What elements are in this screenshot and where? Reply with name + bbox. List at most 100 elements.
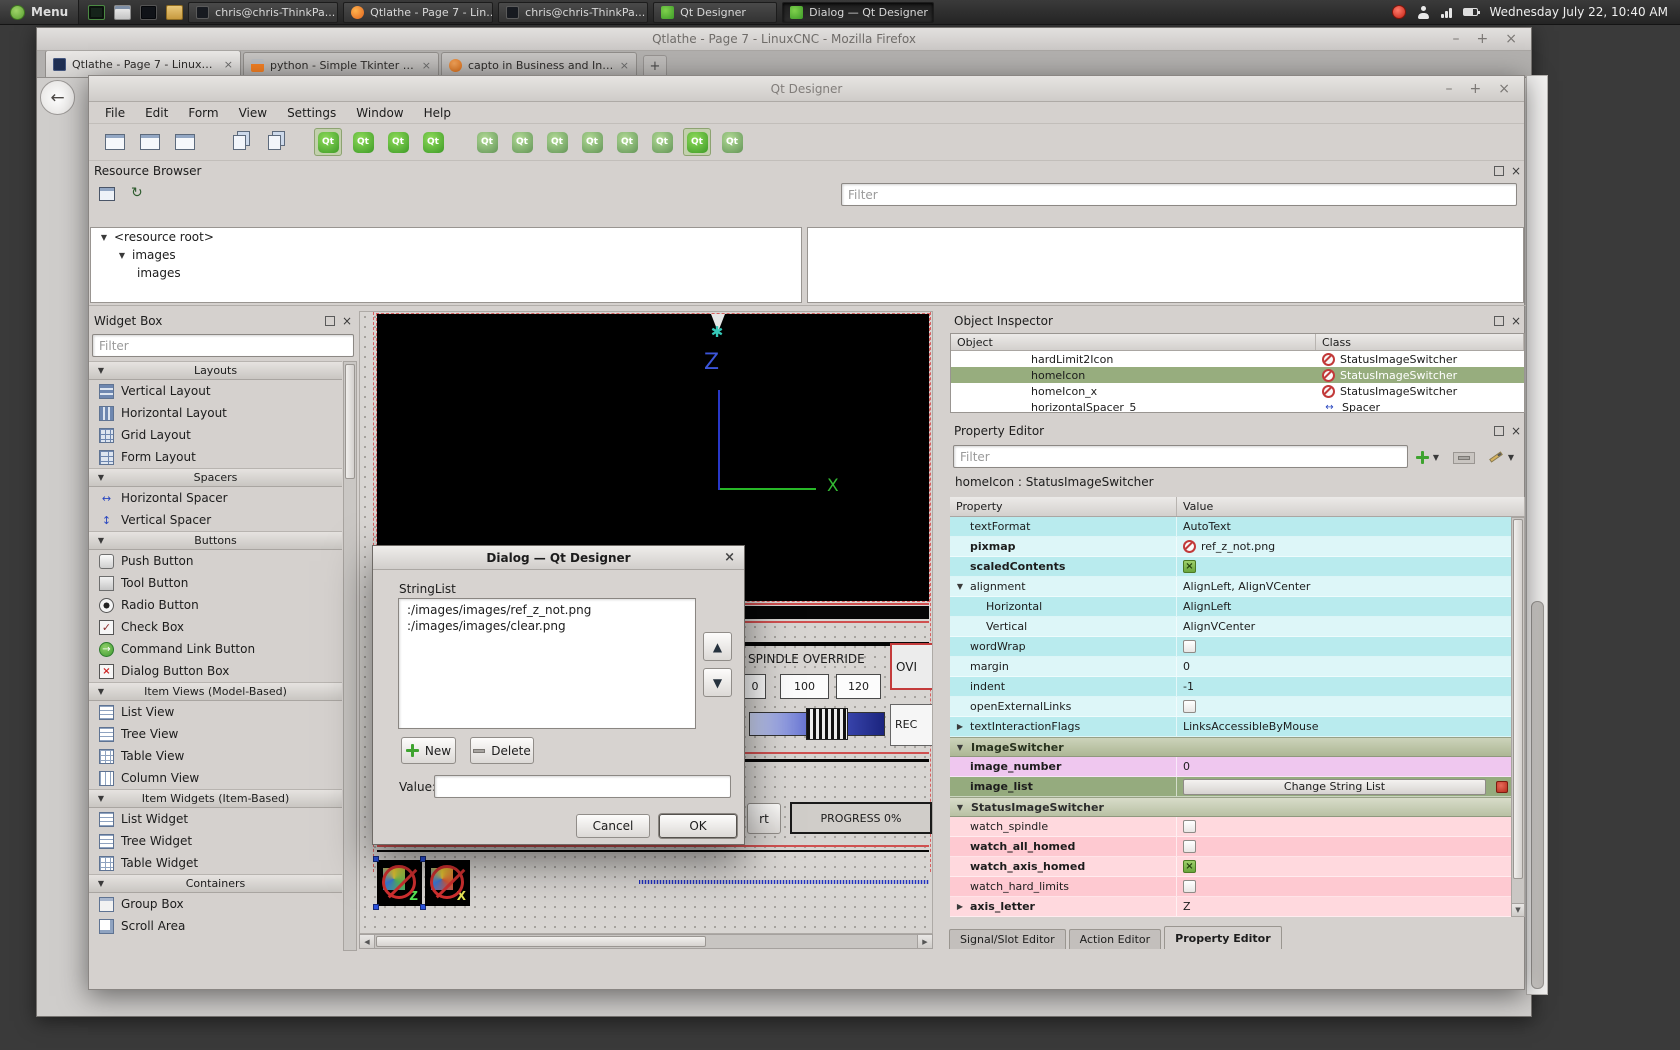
selection-handle[interactable] [373,856,379,862]
close-dock-icon[interactable]: × [1511,424,1521,438]
scroll-down-icon[interactable]: ▼ [1512,903,1524,916]
home-z-icon-widget[interactable]: Z [377,860,422,906]
minimize-icon[interactable]: – [1446,81,1453,97]
menu-edit[interactable]: Edit [135,104,178,122]
maximize-icon[interactable]: + [1470,81,1482,97]
taskbar-item-qt-designer[interactable]: Qt Designer [653,2,777,23]
property-row-textinteractionflags[interactable]: ▶textInteractionFlagsLinksAccessibleByMo… [950,717,1511,737]
layout-grid-button[interactable]: Qt [648,128,676,156]
close-dock-icon[interactable]: × [342,314,352,328]
section-item-widgets[interactable]: ▼Item Widgets (Item-Based) [89,789,342,808]
horizontal-slider-widget[interactable] [639,880,929,884]
taskbar-item-terminal-1[interactable]: chris@chris-ThinkPa... [188,2,338,23]
resource-preview-panel[interactable] [807,227,1524,303]
column-object[interactable]: Object [951,334,1316,350]
property-row-image-list[interactable]: image_listChange String List [950,777,1511,797]
property-row-watch-axis-homed[interactable]: watch_axis_homed× [950,857,1511,877]
terminal-launcher-icon[interactable] [140,5,157,20]
section-layouts[interactable]: ▼Layouts [89,361,342,380]
scroll-left-icon[interactable]: ◀ [360,935,375,948]
widget-check-box[interactable]: ✓Check Box [89,616,342,638]
collapse-icon[interactable]: ▼ [96,366,106,375]
section-buttons[interactable]: ▼Buttons [89,531,342,550]
widget-box-scrollbar[interactable] [343,361,357,951]
close-icon[interactable]: × [1498,81,1510,97]
ok-button[interactable]: OK [659,814,737,838]
collapse-icon[interactable]: ▼ [955,803,965,812]
property-row-image-number[interactable]: image_number0 [950,757,1511,777]
collapse-icon[interactable]: ▼ [955,743,965,752]
break-layout-button[interactable]: Qt [683,128,711,156]
object-row-homeicon-x[interactable]: homeIcon_x StatusImageSwitcher [951,383,1524,399]
widget-dialog-button-box[interactable]: ×Dialog Button Box [89,660,342,682]
reset-property-icon[interactable] [1496,781,1508,793]
delete-button[interactable]: Delete [470,737,534,764]
menu-help[interactable]: Help [414,104,461,122]
property-table-header[interactable]: Property Value [950,497,1525,517]
float-dock-icon[interactable] [1494,426,1504,436]
list-item[interactable]: :/images/images/clear.png [399,618,695,634]
layout-splitter-v-button[interactable]: Qt [578,128,606,156]
close-icon[interactable]: × [724,550,735,565]
checkbox-checked-icon[interactable]: × [1183,560,1196,573]
configure-property-editor-button[interactable]: ▼ [1489,446,1521,468]
property-value[interactable]: 0 [1183,760,1190,773]
tab-property-editor[interactable]: Property Editor [1164,926,1281,949]
close-dock-icon[interactable]: × [1511,164,1521,178]
folder-launcher-icon[interactable] [166,5,183,20]
tree-item-images-child[interactable]: images [91,264,801,282]
property-value[interactable]: AlignLeft [1183,600,1231,613]
property-row-watch-all-homed[interactable]: watch_all_homed [950,837,1511,857]
taskbar-item-firefox[interactable]: Qtlathe - Page 7 - Lin... [343,2,493,23]
checkbox-unchecked-icon[interactable] [1183,640,1196,653]
tab-close-icon[interactable]: × [224,58,233,71]
close-icon[interactable]: × [1505,31,1517,47]
clock[interactable]: Wednesday July 22, 10:40 AM [1489,5,1668,19]
new-button[interactable]: New [401,737,456,764]
selection-handle[interactable] [373,904,379,910]
add-dynamic-property-button[interactable]: ▼ [1416,446,1446,468]
property-value[interactable]: LinksAccessibleByMouse [1183,720,1319,733]
expand-closed-icon[interactable]: ▶ [955,722,965,731]
move-up-button[interactable]: ▲ [703,632,732,661]
taskbar-item-terminal-2[interactable]: chris@chris-ThinkPa... [498,2,648,23]
property-row-margin[interactable]: margin0 [950,657,1511,677]
tab-signal-slot-editor[interactable]: Signal/Slot Editor [949,929,1066,949]
new-tab-button[interactable]: + [643,55,667,77]
widget-vertical-spacer[interactable]: ↕Vertical Spacer [89,509,342,531]
dialog-titlebar[interactable]: Dialog — Qt Designer × [373,546,744,570]
battery-tray-icon[interactable] [1463,8,1478,16]
qt-designer-titlebar[interactable]: Qt Designer – + × [89,76,1524,102]
widget-box-filter-input[interactable] [92,334,354,357]
back-button[interactable]: ← [40,80,75,115]
expand-icon[interactable]: ▼ [99,233,109,242]
section-spacers[interactable]: ▼Spacers [89,468,342,487]
expand-icon[interactable]: ▼ [117,251,127,260]
column-class[interactable]: Class [1316,334,1524,350]
menu-view[interactable]: View [229,104,277,122]
list-item[interactable]: :/images/images/ref_z_not.png [399,602,695,618]
widget-form-layout[interactable]: Form Layout [89,446,342,468]
expand-closed-icon[interactable]: ▶ [955,902,965,911]
collapse-icon[interactable]: ▼ [96,536,106,545]
checkbox-unchecked-icon[interactable] [1183,700,1196,713]
minimize-icon[interactable]: – [1453,31,1460,47]
property-value[interactable]: AutoText [1183,520,1231,533]
property-row-scaledcontents[interactable]: scaledContents× [950,557,1511,577]
section-item-views[interactable]: ▼Item Views (Model-Based) [89,682,342,701]
expand-icon[interactable]: ▼ [955,582,965,591]
edit-resources-icon[interactable] [99,187,115,201]
change-string-list-button[interactable]: Change String List [1183,779,1486,795]
property-value[interactable]: AlignLeft, AlignVCenter [1183,580,1310,593]
firefox-tab-1[interactable]: Qtlathe - Page 7 - LinuxCNC × [45,50,241,77]
layout-form-button[interactable]: Qt [613,128,641,156]
section-imageswitcher[interactable]: ▼ImageSwitcher [950,737,1511,757]
widget-list-widget[interactable]: List Widget [89,808,342,830]
property-row-wordwrap[interactable]: wordWrap [950,637,1511,657]
checkbox-unchecked-icon[interactable] [1183,880,1196,893]
edit-signals-button[interactable]: Qt [349,128,377,156]
taskbar-item-dialog[interactable]: Dialog — Qt Designer [782,2,934,23]
property-row-pixmap[interactable]: pixmapref_z_not.png [950,537,1511,557]
widget-table-widget[interactable]: Table Widget [89,852,342,874]
widget-scroll-area[interactable]: Scroll Area [89,915,342,937]
